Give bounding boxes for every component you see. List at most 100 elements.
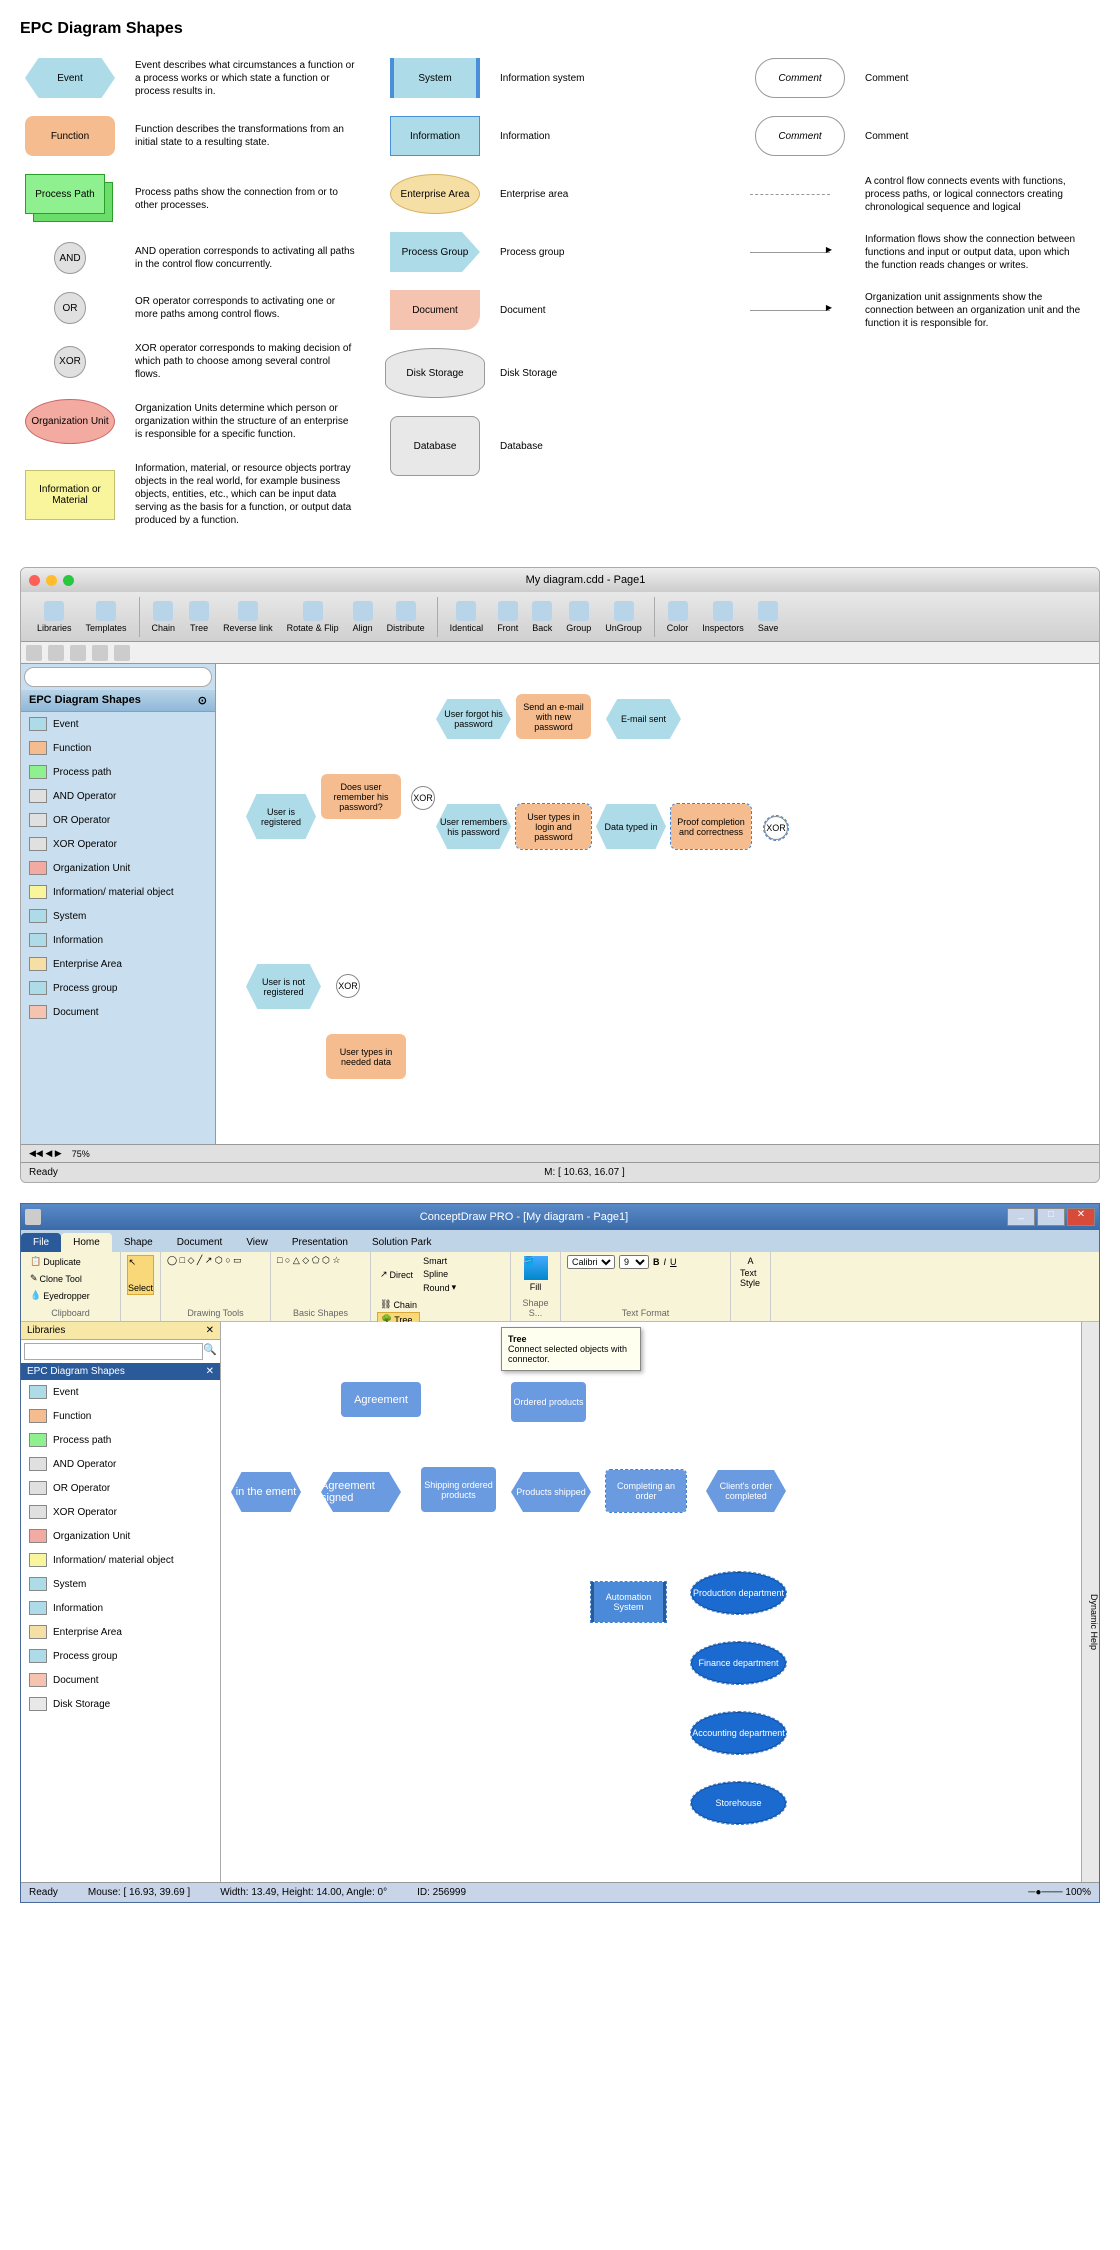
node-proof[interactable]: Proof completion and correctness (671, 804, 751, 849)
sidebar-item-or-operator[interactable]: OR Operator (21, 808, 215, 832)
node-finance[interactable]: Finance department (691, 1642, 786, 1684)
direct-connector[interactable]: ↗ Direct (377, 1268, 416, 1281)
sidebar-item-disk-storage[interactable]: Disk Storage (21, 1692, 220, 1716)
underline-button[interactable]: U (670, 1257, 677, 1267)
node-in-the[interactable]: in the ement (231, 1472, 301, 1512)
collapse-icon[interactable]: ⊙ (198, 694, 207, 707)
toolbar-chain[interactable]: Chain (146, 599, 182, 635)
node-completing[interactable]: Completing an order (606, 1470, 686, 1512)
toolbar-group[interactable]: Group (560, 599, 597, 635)
sidebar-item-function[interactable]: Function (21, 1404, 220, 1428)
diagram-canvas[interactable]: User is registered Does user remember hi… (216, 664, 1099, 1144)
toolbar-reverse-link[interactable]: Reverse link (217, 599, 279, 635)
close-button[interactable]: ✕ (1067, 1208, 1095, 1226)
node-production[interactable]: Production department (691, 1572, 786, 1614)
zoom-slider[interactable]: ─●─── 100% (1028, 1887, 1091, 1898)
node-data-typed[interactable]: Data typed in (596, 804, 666, 849)
text-style-button[interactable]: AText Style (737, 1255, 764, 1289)
sidebar-item-and-operator[interactable]: AND Operator (21, 784, 215, 808)
sidebar-item-document[interactable]: Document (21, 1000, 215, 1024)
node-user-registered[interactable]: User is registered (246, 794, 316, 839)
sidebar-item-information-material-object[interactable]: Information/ material object (21, 880, 215, 904)
toolbar-inspectors[interactable]: Inspectors (696, 599, 750, 635)
node-user-remembers[interactable]: User remembers his password (436, 804, 511, 849)
fill-button[interactable]: 🪣Fill (517, 1255, 554, 1293)
node-agreement-signed[interactable]: Agreement signed (321, 1472, 401, 1512)
shapes-header[interactable]: EPC Diagram Shapes✕ (21, 1363, 220, 1380)
toolbar-identical[interactable]: Identical (444, 599, 490, 635)
sidebar-item-enterprise-area[interactable]: Enterprise Area (21, 952, 215, 976)
tab-shape[interactable]: Shape (112, 1233, 165, 1252)
sidebar-item-organization-unit[interactable]: Organization Unit (21, 856, 215, 880)
search-icon[interactable]: 🔍 (203, 1343, 217, 1360)
select-button[interactable]: ↖Select (127, 1255, 154, 1295)
maximize-button[interactable]: □ (1037, 1208, 1065, 1226)
tab-solution-park[interactable]: Solution Park (360, 1233, 443, 1252)
close-panel-icon[interactable]: ✕ (206, 1325, 214, 1336)
toolbar-save[interactable]: Save (752, 599, 785, 635)
sidebar-item-event[interactable]: Event (21, 712, 215, 736)
toolbar-ungroup[interactable]: UnGroup (599, 599, 648, 635)
node-email-sent[interactable]: E-mail sent (606, 699, 681, 739)
node-accounting[interactable]: Accounting department (691, 1712, 786, 1754)
node-user-forgot[interactable]: User forgot his password (436, 699, 511, 739)
zoom-level[interactable]: 75% (72, 1149, 90, 1159)
node-user-types-data[interactable]: User types in needed data (326, 1034, 406, 1079)
sidebar-item-enterprise-area[interactable]: Enterprise Area (21, 1620, 220, 1644)
toolbar-align[interactable]: Align (347, 599, 379, 635)
tool-icon[interactable] (48, 645, 64, 661)
spline-connector[interactable]: Spline (420, 1268, 459, 1280)
toolbar-back[interactable]: Back (526, 599, 558, 635)
tool-icon[interactable] (26, 645, 42, 661)
duplicate-button[interactable]: 📋 Duplicate (27, 1255, 84, 1268)
node-xor2[interactable]: XOR (764, 816, 788, 840)
node-send-email[interactable]: Send an e-mail with new password (516, 694, 591, 739)
chain-connector[interactable]: ⛓ Chain (377, 1298, 420, 1311)
sidebar-item-process-path[interactable]: Process path (21, 1428, 220, 1452)
sidebar-item-process-group[interactable]: Process group (21, 1644, 220, 1668)
tool-icon[interactable] (70, 645, 86, 661)
sidebar-item-document[interactable]: Document (21, 1668, 220, 1692)
sidebar-item-system[interactable]: System (21, 904, 215, 928)
node-agreement[interactable]: Agreement (341, 1382, 421, 1417)
tab-file[interactable]: File (21, 1233, 61, 1252)
sidebar-item-function[interactable]: Function (21, 736, 215, 760)
italic-button[interactable]: I (664, 1257, 667, 1267)
tool-icon[interactable] (114, 645, 130, 661)
sidebar-item-process-path[interactable]: Process path (21, 760, 215, 784)
toolbar-distribute[interactable]: Distribute (381, 599, 431, 635)
minimize-button[interactable]: _ (1007, 1208, 1035, 1226)
font-select[interactable]: Calibri (567, 1255, 615, 1269)
dynamic-help-panel[interactable]: Dynamic Help (1081, 1322, 1099, 1882)
node-xor[interactable]: XOR (411, 786, 435, 810)
node-shipping[interactable]: Shipping ordered products (421, 1467, 496, 1512)
sidebar-item-information[interactable]: Information (21, 928, 215, 952)
node-ordered[interactable]: Ordered products (511, 1382, 586, 1422)
toolbar-tree[interactable]: Tree (183, 599, 215, 635)
toolbar-color[interactable]: Color (661, 599, 695, 635)
sidebar-item-system[interactable]: System (21, 1572, 220, 1596)
sidebar-item-xor-operator[interactable]: XOR Operator (21, 1500, 220, 1524)
toolbar-templates[interactable]: Templates (80, 599, 133, 635)
smart-connector[interactable]: Smart (420, 1255, 459, 1267)
maximize-icon[interactable] (63, 575, 74, 586)
sidebar-item-information-material-object[interactable]: Information/ material object (21, 1548, 220, 1572)
tab-document[interactable]: Document (165, 1233, 235, 1252)
sidebar-item-organization-unit[interactable]: Organization Unit (21, 1524, 220, 1548)
sidebar-item-xor-operator[interactable]: XOR Operator (21, 832, 215, 856)
sidebar-item-event[interactable]: Event (21, 1380, 220, 1404)
node-automation[interactable]: Automation System (591, 1582, 666, 1622)
bold-button[interactable]: B (653, 1257, 660, 1267)
node-storehouse[interactable]: Storehouse (691, 1782, 786, 1824)
node-user-not-reg[interactable]: User is not registered (246, 964, 321, 1009)
close-icon[interactable] (29, 575, 40, 586)
node-does-user[interactable]: Does user remember his password? (321, 774, 401, 819)
sidebar-item-process-group[interactable]: Process group (21, 976, 215, 1000)
clone-button[interactable]: ✎ Clone Tool (27, 1272, 85, 1285)
tool-icon[interactable] (92, 645, 108, 661)
search-input[interactable] (24, 667, 212, 687)
node-user-types-login[interactable]: User types in login and password (516, 804, 591, 849)
close-icon[interactable]: ✕ (206, 1366, 214, 1377)
toolbar-libraries[interactable]: Libraries (31, 599, 78, 635)
sidebar-item-information[interactable]: Information (21, 1596, 220, 1620)
